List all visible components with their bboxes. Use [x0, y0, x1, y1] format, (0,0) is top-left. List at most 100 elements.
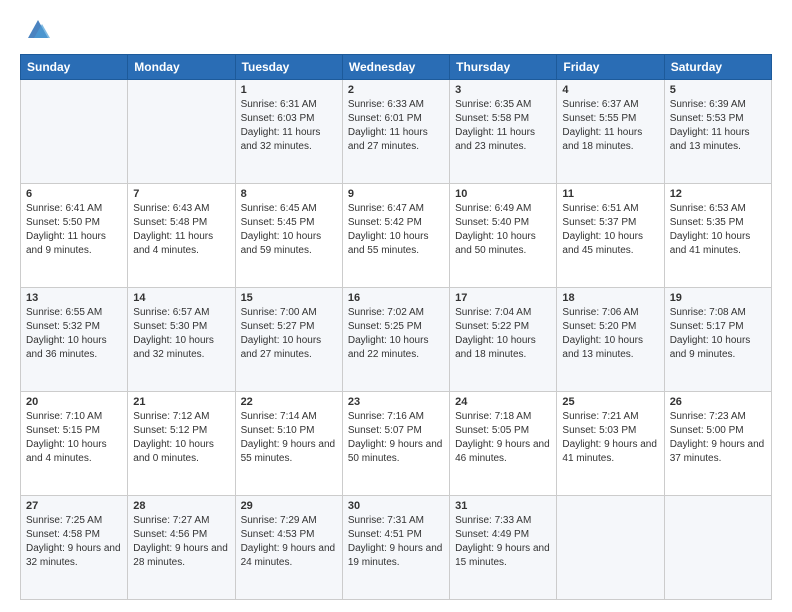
day-number: 27 — [26, 500, 122, 512]
day-info: Sunrise: 7:02 AMSunset: 5:25 PMDaylight:… — [348, 307, 429, 360]
day-info: Sunrise: 6:47 AMSunset: 5:42 PMDaylight:… — [348, 203, 429, 256]
calendar-day-cell: 28 Sunrise: 7:27 AMSunset: 4:56 PMDaylig… — [128, 496, 235, 600]
day-number: 8 — [241, 188, 337, 200]
calendar-day-cell: 13 Sunrise: 6:55 AMSunset: 5:32 PMDaylig… — [21, 288, 128, 392]
day-info: Sunrise: 6:31 AMSunset: 6:03 PMDaylight:… — [241, 99, 321, 152]
day-number: 1 — [241, 84, 337, 96]
calendar-day-cell: 19 Sunrise: 7:08 AMSunset: 5:17 PMDaylig… — [664, 288, 771, 392]
weekday-header-cell: Monday — [128, 55, 235, 80]
calendar-day-cell: 10 Sunrise: 6:49 AMSunset: 5:40 PMDaylig… — [450, 184, 557, 288]
day-info: Sunrise: 6:51 AMSunset: 5:37 PMDaylight:… — [562, 203, 643, 256]
day-info: Sunrise: 7:21 AMSunset: 5:03 PMDaylight:… — [562, 411, 657, 464]
calendar-day-cell: 6 Sunrise: 6:41 AMSunset: 5:50 PMDayligh… — [21, 184, 128, 288]
calendar-day-cell: 24 Sunrise: 7:18 AMSunset: 5:05 PMDaylig… — [450, 392, 557, 496]
calendar-week-row: 20 Sunrise: 7:10 AMSunset: 5:15 PMDaylig… — [21, 392, 772, 496]
calendar-week-row: 6 Sunrise: 6:41 AMSunset: 5:50 PMDayligh… — [21, 184, 772, 288]
calendar-day-cell: 26 Sunrise: 7:23 AMSunset: 5:00 PMDaylig… — [664, 392, 771, 496]
calendar-day-cell — [557, 496, 664, 600]
weekday-header-cell: Wednesday — [342, 55, 449, 80]
day-number: 5 — [670, 84, 766, 96]
day-info: Sunrise: 6:45 AMSunset: 5:45 PMDaylight:… — [241, 203, 322, 256]
day-info: Sunrise: 6:57 AMSunset: 5:30 PMDaylight:… — [133, 307, 214, 360]
day-info: Sunrise: 6:53 AMSunset: 5:35 PMDaylight:… — [670, 203, 751, 256]
calendar-day-cell: 29 Sunrise: 7:29 AMSunset: 4:53 PMDaylig… — [235, 496, 342, 600]
calendar-day-cell: 9 Sunrise: 6:47 AMSunset: 5:42 PMDayligh… — [342, 184, 449, 288]
header — [20, 16, 772, 44]
calendar-day-cell: 7 Sunrise: 6:43 AMSunset: 5:48 PMDayligh… — [128, 184, 235, 288]
day-number: 29 — [241, 500, 337, 512]
calendar-day-cell: 25 Sunrise: 7:21 AMSunset: 5:03 PMDaylig… — [557, 392, 664, 496]
day-number: 7 — [133, 188, 229, 200]
calendar-day-cell: 3 Sunrise: 6:35 AMSunset: 5:58 PMDayligh… — [450, 80, 557, 184]
calendar-day-cell: 2 Sunrise: 6:33 AMSunset: 6:01 PMDayligh… — [342, 80, 449, 184]
day-number: 16 — [348, 292, 444, 304]
calendar-day-cell — [664, 496, 771, 600]
day-info: Sunrise: 7:29 AMSunset: 4:53 PMDaylight:… — [241, 515, 336, 568]
day-number: 10 — [455, 188, 551, 200]
logo — [20, 16, 52, 44]
day-number: 22 — [241, 396, 337, 408]
day-number: 28 — [133, 500, 229, 512]
day-info: Sunrise: 7:10 AMSunset: 5:15 PMDaylight:… — [26, 411, 107, 464]
calendar-day-cell: 23 Sunrise: 7:16 AMSunset: 5:07 PMDaylig… — [342, 392, 449, 496]
day-info: Sunrise: 7:14 AMSunset: 5:10 PMDaylight:… — [241, 411, 336, 464]
day-number: 11 — [562, 188, 658, 200]
calendar-day-cell: 22 Sunrise: 7:14 AMSunset: 5:10 PMDaylig… — [235, 392, 342, 496]
day-number: 21 — [133, 396, 229, 408]
day-info: Sunrise: 6:33 AMSunset: 6:01 PMDaylight:… — [348, 99, 428, 152]
day-number: 26 — [670, 396, 766, 408]
day-number: 15 — [241, 292, 337, 304]
day-info: Sunrise: 6:37 AMSunset: 5:55 PMDaylight:… — [562, 99, 642, 152]
day-info: Sunrise: 7:33 AMSunset: 4:49 PMDaylight:… — [455, 515, 550, 568]
weekday-header-cell: Thursday — [450, 55, 557, 80]
day-number: 20 — [26, 396, 122, 408]
day-number: 9 — [348, 188, 444, 200]
day-number: 31 — [455, 500, 551, 512]
day-number: 2 — [348, 84, 444, 96]
calendar-day-cell: 5 Sunrise: 6:39 AMSunset: 5:53 PMDayligh… — [664, 80, 771, 184]
day-info: Sunrise: 6:49 AMSunset: 5:40 PMDaylight:… — [455, 203, 536, 256]
weekday-header-cell: Tuesday — [235, 55, 342, 80]
weekday-header-cell: Saturday — [664, 55, 771, 80]
day-info: Sunrise: 7:23 AMSunset: 5:00 PMDaylight:… — [670, 411, 765, 464]
calendar-day-cell: 8 Sunrise: 6:45 AMSunset: 5:45 PMDayligh… — [235, 184, 342, 288]
day-number: 4 — [562, 84, 658, 96]
calendar-day-cell: 30 Sunrise: 7:31 AMSunset: 4:51 PMDaylig… — [342, 496, 449, 600]
day-number: 18 — [562, 292, 658, 304]
calendar-day-cell: 17 Sunrise: 7:04 AMSunset: 5:22 PMDaylig… — [450, 288, 557, 392]
day-number: 30 — [348, 500, 444, 512]
calendar-day-cell: 4 Sunrise: 6:37 AMSunset: 5:55 PMDayligh… — [557, 80, 664, 184]
day-number: 12 — [670, 188, 766, 200]
calendar-week-row: 27 Sunrise: 7:25 AMSunset: 4:58 PMDaylig… — [21, 496, 772, 600]
day-number: 23 — [348, 396, 444, 408]
day-info: Sunrise: 7:12 AMSunset: 5:12 PMDaylight:… — [133, 411, 214, 464]
day-info: Sunrise: 7:08 AMSunset: 5:17 PMDaylight:… — [670, 307, 751, 360]
logo-icon — [24, 16, 52, 44]
day-info: Sunrise: 6:39 AMSunset: 5:53 PMDaylight:… — [670, 99, 750, 152]
day-info: Sunrise: 7:06 AMSunset: 5:20 PMDaylight:… — [562, 307, 643, 360]
calendar-week-row: 1 Sunrise: 6:31 AMSunset: 6:03 PMDayligh… — [21, 80, 772, 184]
day-number: 6 — [26, 188, 122, 200]
calendar-day-cell: 11 Sunrise: 6:51 AMSunset: 5:37 PMDaylig… — [557, 184, 664, 288]
calendar-week-row: 13 Sunrise: 6:55 AMSunset: 5:32 PMDaylig… — [21, 288, 772, 392]
day-info: Sunrise: 6:55 AMSunset: 5:32 PMDaylight:… — [26, 307, 107, 360]
calendar-day-cell: 15 Sunrise: 7:00 AMSunset: 5:27 PMDaylig… — [235, 288, 342, 392]
calendar-day-cell: 16 Sunrise: 7:02 AMSunset: 5:25 PMDaylig… — [342, 288, 449, 392]
day-info: Sunrise: 7:16 AMSunset: 5:07 PMDaylight:… — [348, 411, 443, 464]
day-info: Sunrise: 6:43 AMSunset: 5:48 PMDaylight:… — [133, 203, 213, 256]
day-info: Sunrise: 7:25 AMSunset: 4:58 PMDaylight:… — [26, 515, 121, 568]
calendar-day-cell: 12 Sunrise: 6:53 AMSunset: 5:35 PMDaylig… — [664, 184, 771, 288]
day-info: Sunrise: 7:04 AMSunset: 5:22 PMDaylight:… — [455, 307, 536, 360]
calendar-day-cell: 21 Sunrise: 7:12 AMSunset: 5:12 PMDaylig… — [128, 392, 235, 496]
calendar-day-cell: 18 Sunrise: 7:06 AMSunset: 5:20 PMDaylig… — [557, 288, 664, 392]
calendar-day-cell: 20 Sunrise: 7:10 AMSunset: 5:15 PMDaylig… — [21, 392, 128, 496]
calendar-day-cell: 1 Sunrise: 6:31 AMSunset: 6:03 PMDayligh… — [235, 80, 342, 184]
weekday-header-cell: Sunday — [21, 55, 128, 80]
calendar-day-cell — [128, 80, 235, 184]
calendar-table: SundayMondayTuesdayWednesdayThursdayFrid… — [20, 54, 772, 600]
day-number: 13 — [26, 292, 122, 304]
day-number: 19 — [670, 292, 766, 304]
day-info: Sunrise: 7:00 AMSunset: 5:27 PMDaylight:… — [241, 307, 322, 360]
calendar-day-cell: 31 Sunrise: 7:33 AMSunset: 4:49 PMDaylig… — [450, 496, 557, 600]
page: SundayMondayTuesdayWednesdayThursdayFrid… — [0, 0, 792, 612]
